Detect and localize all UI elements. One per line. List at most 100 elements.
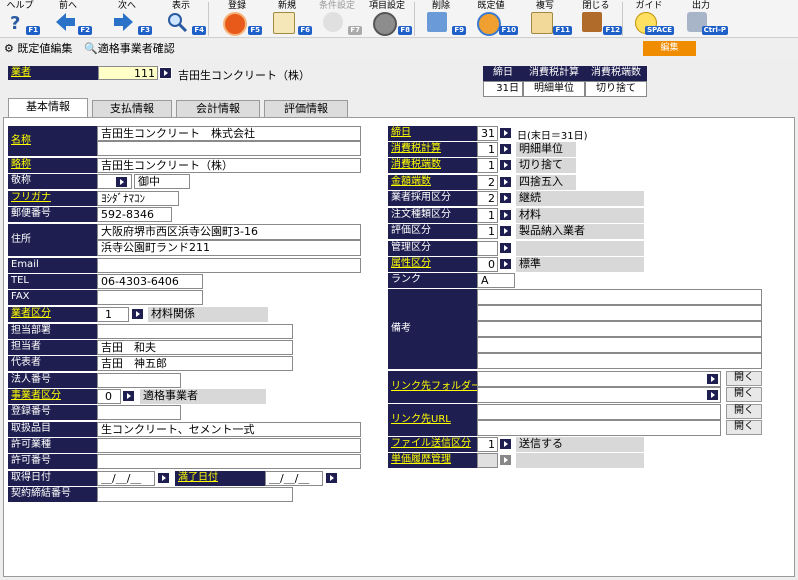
- permit-type-field[interactable]: [97, 438, 361, 453]
- tab-payment-info[interactable]: 支払情報: [92, 100, 172, 117]
- edit-mode-badge: 編集: [643, 41, 696, 56]
- attribute-dropdown-button[interactable]: [499, 258, 512, 270]
- copy-button[interactable]: 複写 F11: [520, 0, 572, 38]
- category-code-field[interactable]: 1: [97, 307, 129, 322]
- tax-calc-dropdown-button[interactable]: [499, 143, 512, 155]
- adoption-code-field[interactable]: 2: [477, 191, 498, 206]
- supplier-dropdown-button[interactable]: [159, 67, 172, 79]
- prev-key: F2: [78, 26, 92, 35]
- items-field[interactable]: 生コンクリート、セメント一式: [97, 422, 361, 437]
- link-folder-field-2[interactable]: [477, 387, 721, 403]
- default-edit-button[interactable]: ⚙ 既定値編集: [4, 40, 72, 57]
- guide-key: SPACE: [645, 26, 674, 35]
- evaluation-dropdown-button[interactable]: [499, 225, 512, 237]
- link-url-open-button-2[interactable]: 開く: [726, 420, 762, 435]
- evaluation-label: 評価区分: [388, 224, 477, 239]
- name-field-2[interactable]: [97, 141, 361, 156]
- guide-label: ガイド: [635, 1, 663, 11]
- help-button[interactable]: ヘルプ ? F1: [2, 0, 40, 38]
- expiry-date-picker-button[interactable]: [325, 472, 338, 484]
- short-name-field[interactable]: 吉田生コンクリート（株）: [97, 158, 361, 173]
- adoption-dropdown-button[interactable]: [499, 192, 512, 204]
- prev-button[interactable]: 前へ F2: [46, 0, 92, 38]
- link-folder-open-button-2[interactable]: 開く: [726, 387, 762, 402]
- order-type-dropdown-button[interactable]: [499, 209, 512, 221]
- closing-day-field[interactable]: 31: [477, 126, 498, 141]
- close-button[interactable]: 閉じる F12: [572, 0, 622, 38]
- management-code-field[interactable]: [477, 241, 498, 256]
- attribute-code-field[interactable]: 0: [477, 257, 498, 272]
- remarks-field-4[interactable]: [477, 337, 762, 353]
- tel-field[interactable]: 06-4303-6406: [97, 274, 203, 289]
- amount-rounding-code-field[interactable]: 2: [477, 175, 498, 190]
- supplier-code-field[interactable]: 111: [98, 66, 158, 80]
- name-field-1[interactable]: 吉田生コンクリート 株式会社: [97, 126, 361, 141]
- kana-field[interactable]: ﾖｼﾀﾞﾅﾏｺﾝ: [97, 191, 179, 206]
- next-button[interactable]: 次へ F3: [104, 0, 152, 38]
- fax-label: FAX: [8, 290, 97, 305]
- toolbar-separator: [414, 2, 415, 36]
- item-settings-button[interactable]: 項目設定 F8: [364, 0, 412, 38]
- register-button[interactable]: 登録 F5: [214, 0, 262, 38]
- copy-icon: [531, 12, 553, 34]
- tab-evaluation-info[interactable]: 評価情報: [264, 100, 348, 117]
- management-dropdown-button[interactable]: [499, 242, 512, 254]
- output-button[interactable]: 出力 Ctrl-P: [676, 0, 728, 38]
- view-button[interactable]: 表示 F4: [158, 0, 206, 38]
- permit-number-field[interactable]: [97, 454, 361, 469]
- address-field-1[interactable]: 大阪府堺市西区浜寺公園町3-16: [97, 224, 361, 240]
- fax-field[interactable]: [97, 290, 203, 305]
- biz-dropdown-button[interactable]: [122, 390, 135, 402]
- tab-accounting-info[interactable]: 会計情報: [176, 100, 260, 117]
- link-folder-browse-button-2[interactable]: [706, 389, 719, 401]
- remarks-field-3[interactable]: [477, 321, 762, 337]
- amount-rounding-dropdown-button[interactable]: [499, 176, 512, 188]
- order-type-code-field[interactable]: 1: [477, 208, 498, 223]
- copy-key: F11: [553, 26, 572, 35]
- file-send-dropdown-button[interactable]: [499, 438, 512, 450]
- expiry-date-field[interactable]: ＿/＿/＿: [265, 471, 323, 486]
- biz-code-field[interactable]: 0: [97, 389, 121, 404]
- address-field-2[interactable]: 浜寺公園町ランド211: [97, 240, 361, 256]
- corp-number-field[interactable]: [97, 373, 181, 388]
- remarks-field-2[interactable]: [477, 305, 762, 321]
- remarks-field-1[interactable]: [477, 289, 762, 305]
- dept-field[interactable]: [97, 324, 293, 339]
- link-url-field-2[interactable]: [477, 420, 721, 436]
- reg-number-field[interactable]: [97, 405, 181, 420]
- acquired-date-picker-button[interactable]: [157, 472, 170, 484]
- delete-button[interactable]: 削除 F9: [418, 0, 466, 38]
- file-send-label: ファイル送信区分: [388, 437, 477, 452]
- closing-day-dropdown-button[interactable]: [499, 127, 512, 139]
- honorific-dropdown-button[interactable]: [115, 176, 128, 188]
- link-folder-field-1[interactable]: [477, 371, 721, 387]
- link-folder-open-button[interactable]: 開く: [726, 371, 762, 386]
- zip-field[interactable]: 592-8346: [97, 207, 172, 222]
- close-door-icon: [582, 12, 602, 32]
- new-button[interactable]: 新規 F6: [264, 0, 312, 38]
- evaluation-code-field[interactable]: 1: [477, 224, 498, 239]
- rank-field[interactable]: A: [477, 273, 515, 288]
- acquired-date-field[interactable]: ＿/＿/＿: [97, 471, 155, 486]
- link-folder-browse-button[interactable]: [706, 373, 719, 385]
- price-history-dropdown-button[interactable]: [499, 454, 512, 466]
- category-dropdown-button[interactable]: [131, 308, 144, 320]
- file-send-code-field[interactable]: 1: [477, 437, 498, 452]
- tab-basic-info[interactable]: 基本情報: [8, 98, 88, 117]
- email-field[interactable]: [97, 258, 361, 273]
- tax-rounding-dropdown-button[interactable]: [499, 159, 512, 171]
- price-history-code-field[interactable]: [477, 453, 498, 468]
- default-value-button[interactable]: 既定値 F10: [466, 0, 518, 38]
- honorific-field[interactable]: 御中: [134, 174, 190, 189]
- link-url-field-1[interactable]: [477, 404, 721, 420]
- tax-calc-code-field[interactable]: 1: [477, 142, 498, 157]
- link-url-open-button[interactable]: 開く: [726, 404, 762, 419]
- condition-button[interactable]: 条件設定 F7: [314, 0, 362, 38]
- check-qualified-button[interactable]: 🔍適格事業者確認: [84, 40, 175, 57]
- guide-button[interactable]: ガイド SPACE: [626, 0, 674, 38]
- contract-number-field[interactable]: [97, 487, 293, 502]
- remarks-field-5[interactable]: [477, 353, 762, 369]
- person-field[interactable]: 吉田 和夫: [97, 340, 293, 355]
- tax-rounding-code-field[interactable]: 1: [477, 158, 498, 173]
- rep-field[interactable]: 吉田 神五郎: [97, 356, 293, 371]
